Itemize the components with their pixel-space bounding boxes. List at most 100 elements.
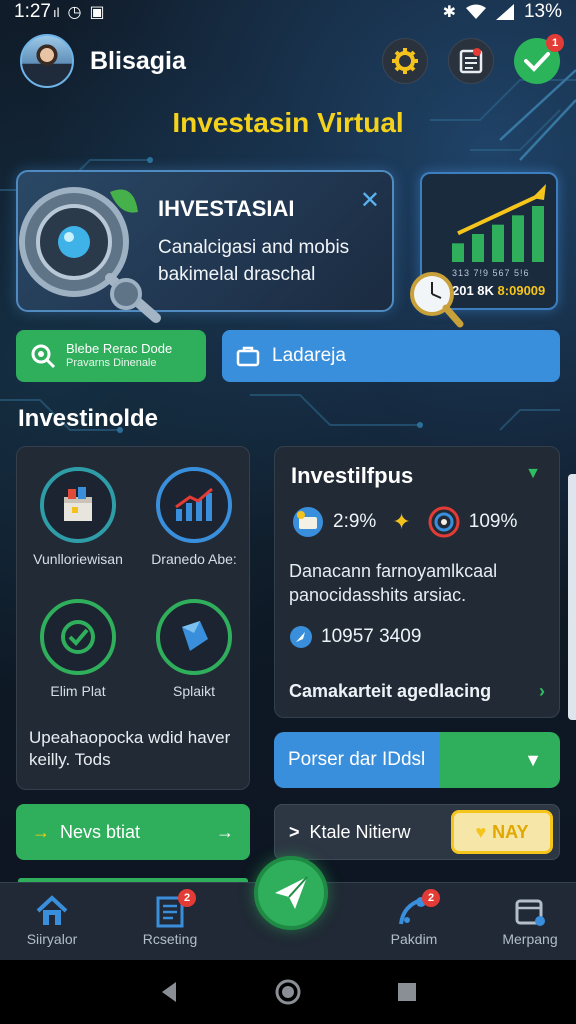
ktale-label: Ktale Nitierw [309, 821, 411, 842]
brand-name: Blisagia [90, 46, 186, 75]
notes-icon [459, 48, 483, 74]
tile-elim-plat[interactable]: Elim Plat [23, 599, 133, 700]
mini-chart-footer: 201 8K 8:09009 [452, 283, 545, 298]
tile-ring [156, 599, 232, 675]
rerac-dode-line2: Pravarns Dinenale [66, 357, 157, 369]
system-nav-bar [0, 960, 576, 1024]
chevron-right-icon: › [539, 681, 545, 701]
nav-badge: 2 [422, 889, 440, 907]
stat-1: 2:9% [333, 511, 377, 532]
check-icon [524, 52, 550, 72]
nav-icon-wrap: 2 [364, 889, 464, 931]
notes-button[interactable] [448, 38, 494, 84]
cell-signal-icon [495, 4, 514, 20]
tile-splaikt[interactable]: Splaikt [139, 599, 249, 700]
nav-label: Rcseting [142, 931, 198, 947]
mini-chart-bar [512, 215, 524, 262]
star-icon: ✦ [392, 509, 411, 534]
chevron-down-icon: ▼ [524, 749, 542, 770]
mini-chart [452, 184, 546, 262]
shield-check-icon [61, 620, 95, 654]
briefcase-icon [236, 346, 260, 367]
bluetooth-icon: ✱ [442, 4, 456, 21]
ladareja-label: Ladareja [272, 345, 346, 366]
cube-icon [182, 621, 208, 651]
invest-stats: 2:9% ✦ 109% [291, 505, 549, 539]
news-button[interactable]: → Nevs btiat → [16, 804, 250, 860]
nay-pill[interactable]: ♥ NAY [451, 810, 553, 854]
app-header: Blisagia 1 [20, 32, 564, 90]
home-circle-icon[interactable] [275, 979, 301, 1005]
invest-value-text: 10957 3409 [321, 626, 422, 647]
tag-badge-icon [293, 507, 323, 537]
check-button[interactable]: 1 [514, 34, 564, 84]
features-panel: Vunlloriewisan Dranedo Abe: Elim Plat Sp… [16, 446, 250, 790]
back-icon[interactable] [158, 980, 180, 1004]
alarm-icon: ◷ [67, 4, 82, 21]
hero-card[interactable]: IHVESTASIAI ✕ Canalcigasi and mobis baki… [16, 170, 394, 323]
ktale-button[interactable]: > Ktale Nitierw ♥ NAY [274, 804, 560, 860]
send-fab[interactable] [254, 856, 328, 930]
invest-link[interactable]: Camakarteit agedlacing › [289, 681, 545, 702]
nav-label: Siiryalor [26, 931, 78, 947]
nav-item-merpang[interactable]: Merpang [480, 891, 576, 947]
notification-badge: 1 [546, 34, 564, 52]
mini-chart-bar [472, 234, 484, 262]
status-bar: 1:27 ıl ◷ ▣ ✱ 13% [0, 0, 576, 24]
promo-label: Porser dar IDdsl [288, 749, 426, 770]
recents-icon[interactable] [396, 981, 418, 1003]
nav-item-home[interactable]: Siiryalor [2, 891, 102, 947]
avatar[interactable] [20, 34, 74, 88]
tile-vunlloriewisan[interactable]: Vunlloriewisan [23, 467, 133, 568]
arrow-right-icon: → [32, 821, 50, 842]
battery-level: 13% [523, 1, 562, 22]
nav-badge: 2 [178, 889, 196, 907]
stat-2: 109% [468, 511, 518, 532]
invest-panel: Investilfpus ▼ 2:9% ✦ 109% Danacann farn… [274, 446, 560, 718]
news-label: Nevs btiat [60, 821, 141, 842]
gear-icon [392, 48, 418, 74]
growth-chart-icon [175, 487, 213, 521]
wifi-icon [465, 4, 486, 19]
close-icon[interactable]: ✕ [360, 186, 380, 215]
nav-item-rcseting[interactable]: 2 Rcseting [120, 889, 220, 947]
tile-ring [156, 467, 232, 543]
rerac-dode-button[interactable]: Blebe Rerac Dode Pravarns Dinenale [16, 330, 206, 382]
nav-item-pakdim[interactable]: 2 Pakdim [364, 889, 464, 947]
rerac-dode-line1: Blebe Rerac Dode [66, 341, 173, 356]
tile-dranedo[interactable]: Dranedo Abe: [139, 467, 249, 568]
nav-label: Merpang [502, 931, 558, 947]
magnifier-illustration [19, 187, 161, 323]
nav-icon-wrap [480, 891, 576, 931]
chevron-down-icon[interactable]: ▼ [525, 465, 541, 483]
paper-plane-icon [275, 876, 308, 909]
status-time: 1:27 [14, 1, 51, 22]
chevron-right-icon: > [289, 821, 300, 842]
heart-icon: ♥ [475, 821, 487, 842]
invest-panel-title: Investilfpus [291, 463, 414, 488]
nav-label: Pakdim [390, 931, 438, 947]
ladareja-button[interactable]: Ladareja [222, 330, 560, 382]
mini-chart-footer-value: 8:09009 [497, 283, 546, 298]
target-icon [428, 506, 460, 538]
mini-chart-bar [532, 206, 544, 262]
rocket-icon [290, 626, 312, 648]
promo-button[interactable]: Porser dar IDdsl ▼ [274, 732, 560, 788]
app-title: Investasin Virtual [172, 107, 404, 138]
hero-title: IHVESTASIAI [158, 196, 295, 221]
stopwatch-icon [410, 272, 464, 328]
section-title: Investinolde [18, 405, 159, 432]
calendar-icon: ▣ [89, 4, 105, 21]
tile-ring [40, 467, 116, 543]
settings-button[interactable] [382, 38, 428, 84]
tile-label: Vunlloriewisan [33, 551, 123, 567]
nav-icon-wrap [2, 891, 102, 931]
tile-label: Dranedo Abe: [151, 551, 237, 567]
rerac-dode-text: Blebe Rerac Dode Pravarns Dinenale [66, 342, 172, 370]
calendar-icon [515, 899, 545, 926]
scrollbar[interactable] [568, 474, 576, 720]
tile-label: Splaikt [172, 683, 216, 699]
status-right: ✱ 13% [443, 1, 562, 23]
invest-link-label: Camakarteit agedlacing [289, 681, 492, 701]
mini-chart-bar [452, 243, 464, 262]
